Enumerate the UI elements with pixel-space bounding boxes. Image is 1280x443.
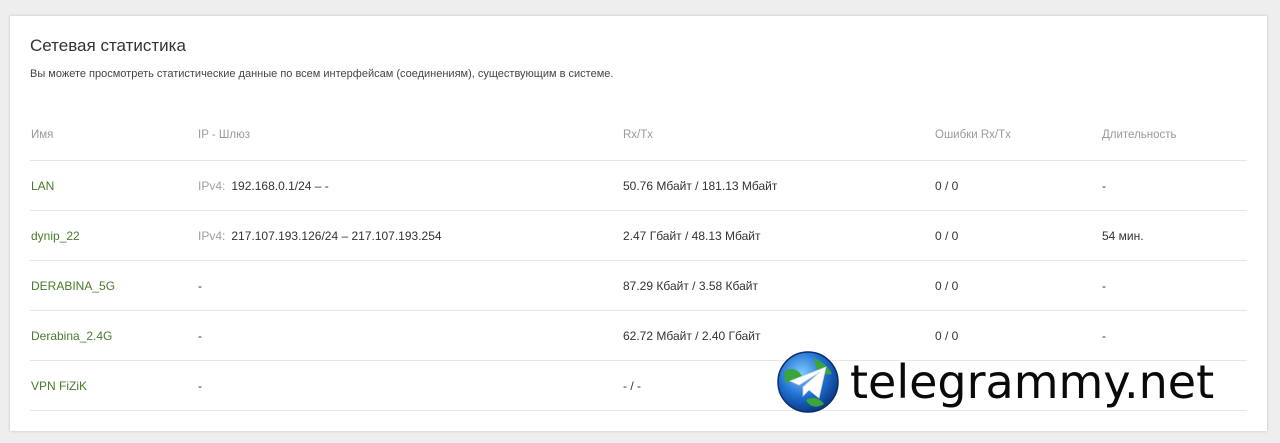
errors-value: 0 / 0	[934, 160, 1101, 211]
watermark: telegrammy.net	[776, 350, 1214, 414]
column-header-name[interactable]: Имя	[30, 110, 197, 161]
interface-name-link[interactable]: dynip_22	[31, 229, 80, 243]
ip-label: IPv4:	[198, 178, 226, 193]
duration-value: -	[1101, 160, 1247, 211]
ip-value: 217.107.193.126/24 – 217.107.193.254	[231, 228, 442, 243]
interface-name-link[interactable]: LAN	[31, 179, 54, 193]
interface-name-link[interactable]: DERABINA_5G	[31, 279, 115, 293]
interface-name-link[interactable]: Derabina_2.4G	[31, 329, 112, 343]
ip-value: -	[198, 328, 202, 343]
ip-value: 192.168.0.1/24 – -	[231, 178, 329, 193]
ip-label: IPv4:	[198, 228, 226, 243]
duration-value: -	[1101, 260, 1247, 311]
column-header-rx-tx[interactable]: Rx/Tx	[622, 110, 934, 161]
table-header-row: Имя IP - Шлюз Rx/Tx Ошибки Rx/Tx Длитель…	[30, 110, 1247, 161]
watermark-text: telegrammy.net	[850, 355, 1215, 409]
ip-value: -	[198, 278, 202, 293]
table-row[interactable]: dynip_22 IPv4: 217.107.193.126/24 – 217.1…	[30, 210, 1247, 261]
rx-tx-value: 2.47 Гбайт / 48.13 Мбайт	[622, 210, 934, 261]
table-row[interactable]: DERABINA_5G - 87.29 Кбайт / 3.58 Кбайт 0…	[30, 260, 1247, 311]
telegram-globe-icon	[777, 351, 839, 413]
column-header-duration[interactable]: Длительность	[1101, 110, 1247, 161]
duration-value: 54 мин.	[1101, 210, 1247, 261]
page-description: Вы можете просмотреть статистические дан…	[30, 68, 614, 80]
table-row[interactable]: LAN IPv4: 192.168.0.1/24 – - 50.76 Мбайт …	[30, 160, 1247, 211]
rx-tx-value: 50.76 Мбайт / 181.13 Мбайт	[622, 160, 934, 211]
column-header-errors[interactable]: Ошибки Rx/Tx	[934, 110, 1101, 161]
interface-name-link[interactable]: VPN FiZiK	[31, 379, 87, 393]
page-title: Сетевая статистика	[30, 36, 186, 55]
column-header-ip-gateway[interactable]: IP - Шлюз	[197, 110, 622, 161]
rx-tx-value: 87.29 Кбайт / 3.58 Кбайт	[622, 260, 934, 311]
errors-value: 0 / 0	[934, 260, 1101, 311]
ip-value: -	[198, 378, 202, 393]
errors-value: 0 / 0	[934, 210, 1101, 261]
